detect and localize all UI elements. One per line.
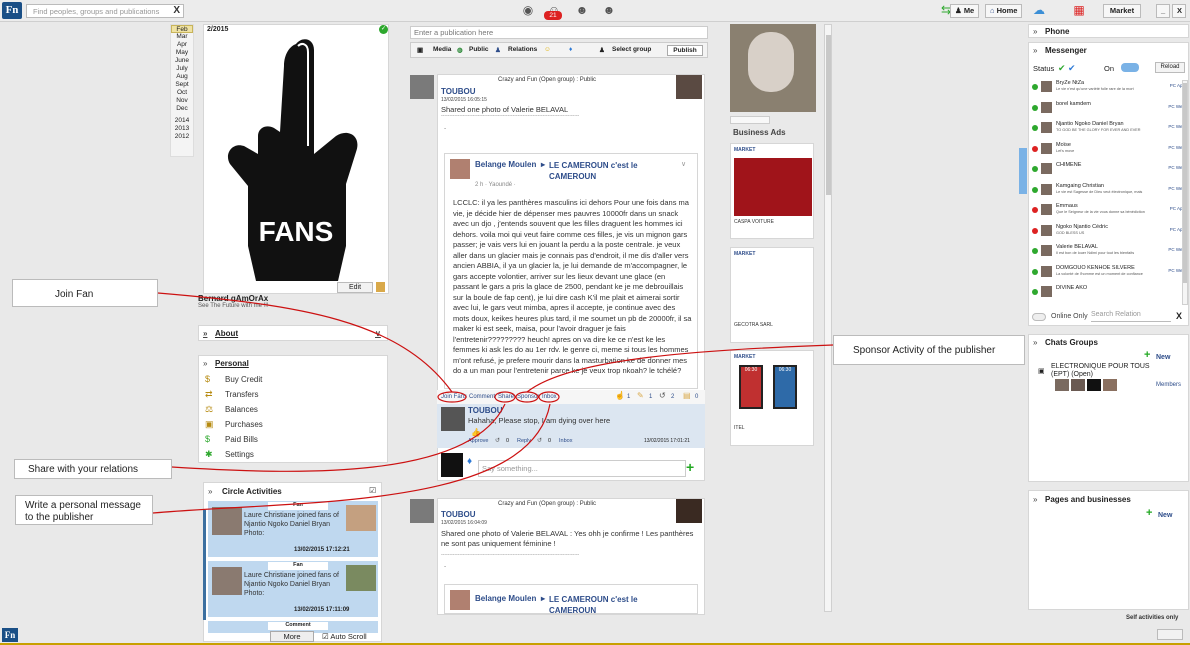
arrow-share <box>171 403 506 472</box>
self-activities-label: Self activities only <box>1126 615 1179 621</box>
annotation-overlay <box>152 292 834 514</box>
arrow-join-fan <box>157 292 453 393</box>
highlight-sponsor <box>515 391 539 403</box>
arrow-message <box>152 403 551 514</box>
footer-logo[interactable]: Fn <box>2 628 18 642</box>
highlight-join-fans <box>437 391 467 403</box>
arrow-sponsor <box>526 344 834 393</box>
highlight-inbox <box>538 391 560 403</box>
highlight-share <box>494 391 516 403</box>
self-activities-toggle[interactable] <box>1157 629 1183 640</box>
